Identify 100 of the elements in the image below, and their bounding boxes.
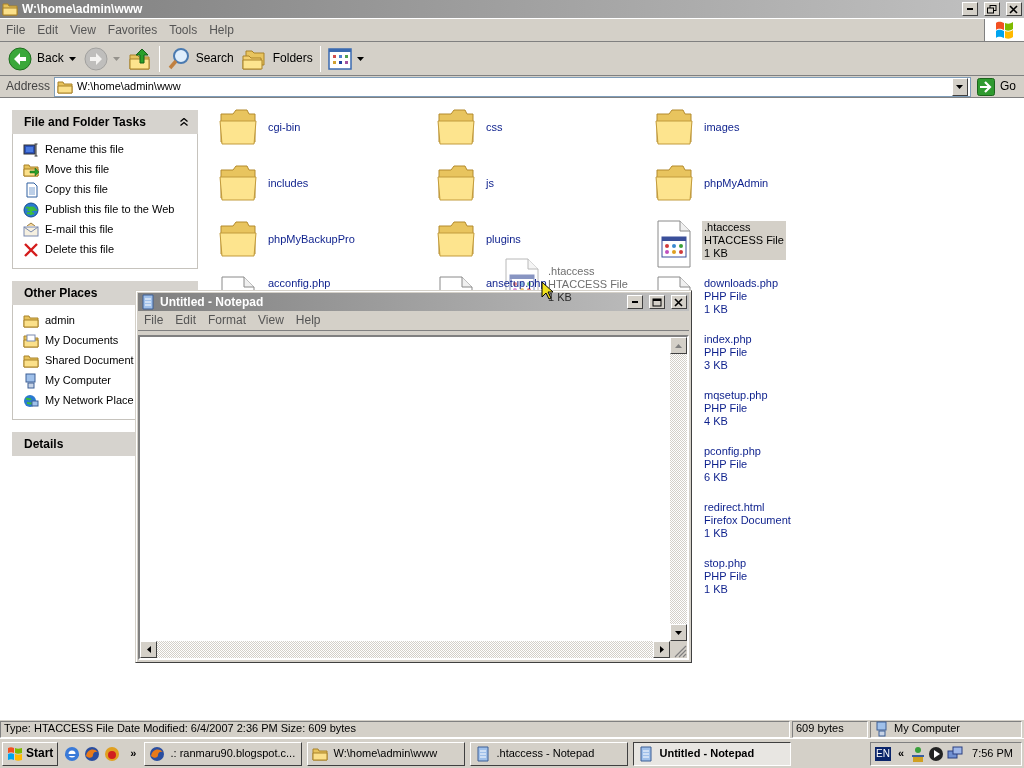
file-name[interactable]: plugins [484, 233, 523, 246]
up-arrow-icon [675, 343, 682, 348]
file-name[interactable]: mqsetup.php [702, 389, 770, 402]
menu-item[interactable]: Tools [163, 22, 204, 38]
search-icon [166, 46, 191, 71]
menu-item[interactable]: View [252, 313, 290, 328]
close-icon [674, 297, 684, 307]
menu-item[interactable]: Edit [169, 313, 203, 328]
flag-logo-icon [7, 745, 23, 762]
vertical-scrollbar[interactable] [670, 337, 687, 641]
start-button[interactable]: Start [2, 741, 59, 766]
task-link[interactable]: Rename this file [23, 140, 124, 160]
file-name[interactable]: stop.php [702, 557, 750, 570]
task-link[interactable]: Copy this file [23, 180, 108, 200]
file-name[interactable]: includes [266, 177, 311, 190]
folder-icon [218, 108, 258, 146]
task-link[interactable]: My Computer [23, 371, 112, 391]
dropdown-button[interactable] [952, 77, 968, 96]
scroll-down-button[interactable] [670, 624, 687, 641]
file-type: PHP File [703, 290, 749, 303]
task-link[interactable]: Shared Document [23, 351, 134, 371]
views-icon [327, 47, 352, 70]
close-button[interactable] [671, 295, 687, 309]
language-indicator[interactable]: EN [875, 746, 891, 761]
file-name[interactable]: ansetup.php [484, 277, 549, 290]
address-label: Address [5, 79, 52, 94]
file-name[interactable]: cgi-bin [266, 121, 303, 134]
flag-logo-icon [993, 20, 1016, 40]
file-size: 1 KB [703, 583, 729, 596]
minimize-button[interactable] [627, 295, 643, 309]
task-link[interactable]: Delete this file [23, 240, 115, 260]
panel-header[interactable]: File and Folder Tasks [12, 110, 198, 134]
task-link[interactable]: Publish this file to the Web [23, 200, 175, 220]
menu-item[interactable]: Help [289, 313, 327, 328]
folder-icon [436, 108, 476, 146]
scroll-left-button[interactable] [140, 641, 157, 658]
file-name[interactable]: css [484, 121, 505, 134]
folder-icon [218, 164, 258, 202]
menu-item[interactable]: File [0, 22, 32, 38]
menu-item[interactable]: Edit [31, 22, 65, 38]
minimize-icon [967, 8, 973, 10]
envelope-icon [23, 222, 39, 238]
file-name[interactable]: acconfig.php [266, 277, 333, 290]
folder-icon [654, 108, 694, 146]
task-link[interactable]: My Documents [23, 331, 119, 351]
menu-item[interactable]: File [138, 313, 170, 328]
file-type: PHP File [703, 402, 749, 415]
task-button[interactable]: Untitled - Notepad [633, 741, 792, 766]
panel-title: Other Places [24, 285, 98, 301]
close-button[interactable] [1006, 2, 1022, 16]
file-name[interactable]: images [702, 121, 742, 134]
file-name[interactable]: phpMyBackupPro [266, 233, 357, 246]
back-icon [8, 46, 32, 71]
scroll-up-button[interactable] [670, 337, 687, 354]
task-link[interactable]: Move this file [23, 160, 110, 180]
task-link[interactable]: admin [23, 311, 75, 331]
file-icon [218, 276, 258, 290]
play-icon[interactable] [928, 745, 945, 762]
task-link[interactable]: E-mail this file [23, 220, 114, 240]
globe-icon[interactable] [104, 745, 121, 762]
down-arrow-icon [675, 630, 682, 635]
back-button[interactable]: Back [4, 44, 80, 73]
file-icon [654, 220, 694, 268]
menu-item[interactable]: Help [203, 22, 240, 38]
task-button[interactable]: W:\home\admin\www [307, 741, 466, 766]
maximize-button[interactable] [649, 295, 665, 309]
file-name[interactable]: redirect.html [702, 501, 793, 514]
browser-icon[interactable] [64, 745, 81, 762]
folder-icon [23, 353, 39, 369]
file-type: HTACCESS File [702, 234, 786, 247]
minimize-button[interactable] [962, 2, 978, 16]
file-size: 1 KB [703, 527, 729, 540]
search-button[interactable]: Search [162, 44, 238, 73]
fox-globe-icon[interactable] [84, 745, 101, 762]
network-icon [23, 393, 39, 409]
file-name[interactable]: phpMyAdmin [702, 177, 771, 190]
file-name[interactable]: index.php [702, 333, 754, 346]
person-icon[interactable] [911, 745, 926, 762]
file-name[interactable]: downloads.php [702, 277, 780, 290]
rename-icon [23, 142, 39, 158]
task-button[interactable]: .htaccess - Notepad [470, 741, 629, 766]
monitors-icon[interactable] [947, 745, 964, 762]
folder-icon [2, 1, 18, 17]
task-link[interactable]: My Network Place [23, 391, 134, 411]
file-name[interactable]: pconfig.php [702, 445, 763, 458]
expand-button[interactable]: « [893, 746, 909, 761]
more-button[interactable]: » [130, 746, 137, 761]
menu-item[interactable]: Format [202, 313, 253, 328]
file-name[interactable]: js [484, 177, 496, 190]
restore-button[interactable] [984, 2, 1000, 16]
folders-button[interactable]: Folders [237, 44, 317, 73]
task-button[interactable]: .: ranmaru90.blogspot.c... [144, 741, 303, 766]
clock: 7:56 PM [972, 746, 1014, 761]
go-button[interactable]: Go [971, 77, 1022, 96]
file-name[interactable]: .htaccess [702, 221, 786, 234]
scroll-right-button[interactable] [653, 641, 670, 658]
menu-item[interactable]: Favorites [101, 22, 164, 38]
horizontal-scrollbar[interactable] [140, 641, 670, 658]
address-field[interactable]: W:\home\admin\www [54, 76, 971, 97]
menu-item[interactable]: View [64, 22, 102, 38]
